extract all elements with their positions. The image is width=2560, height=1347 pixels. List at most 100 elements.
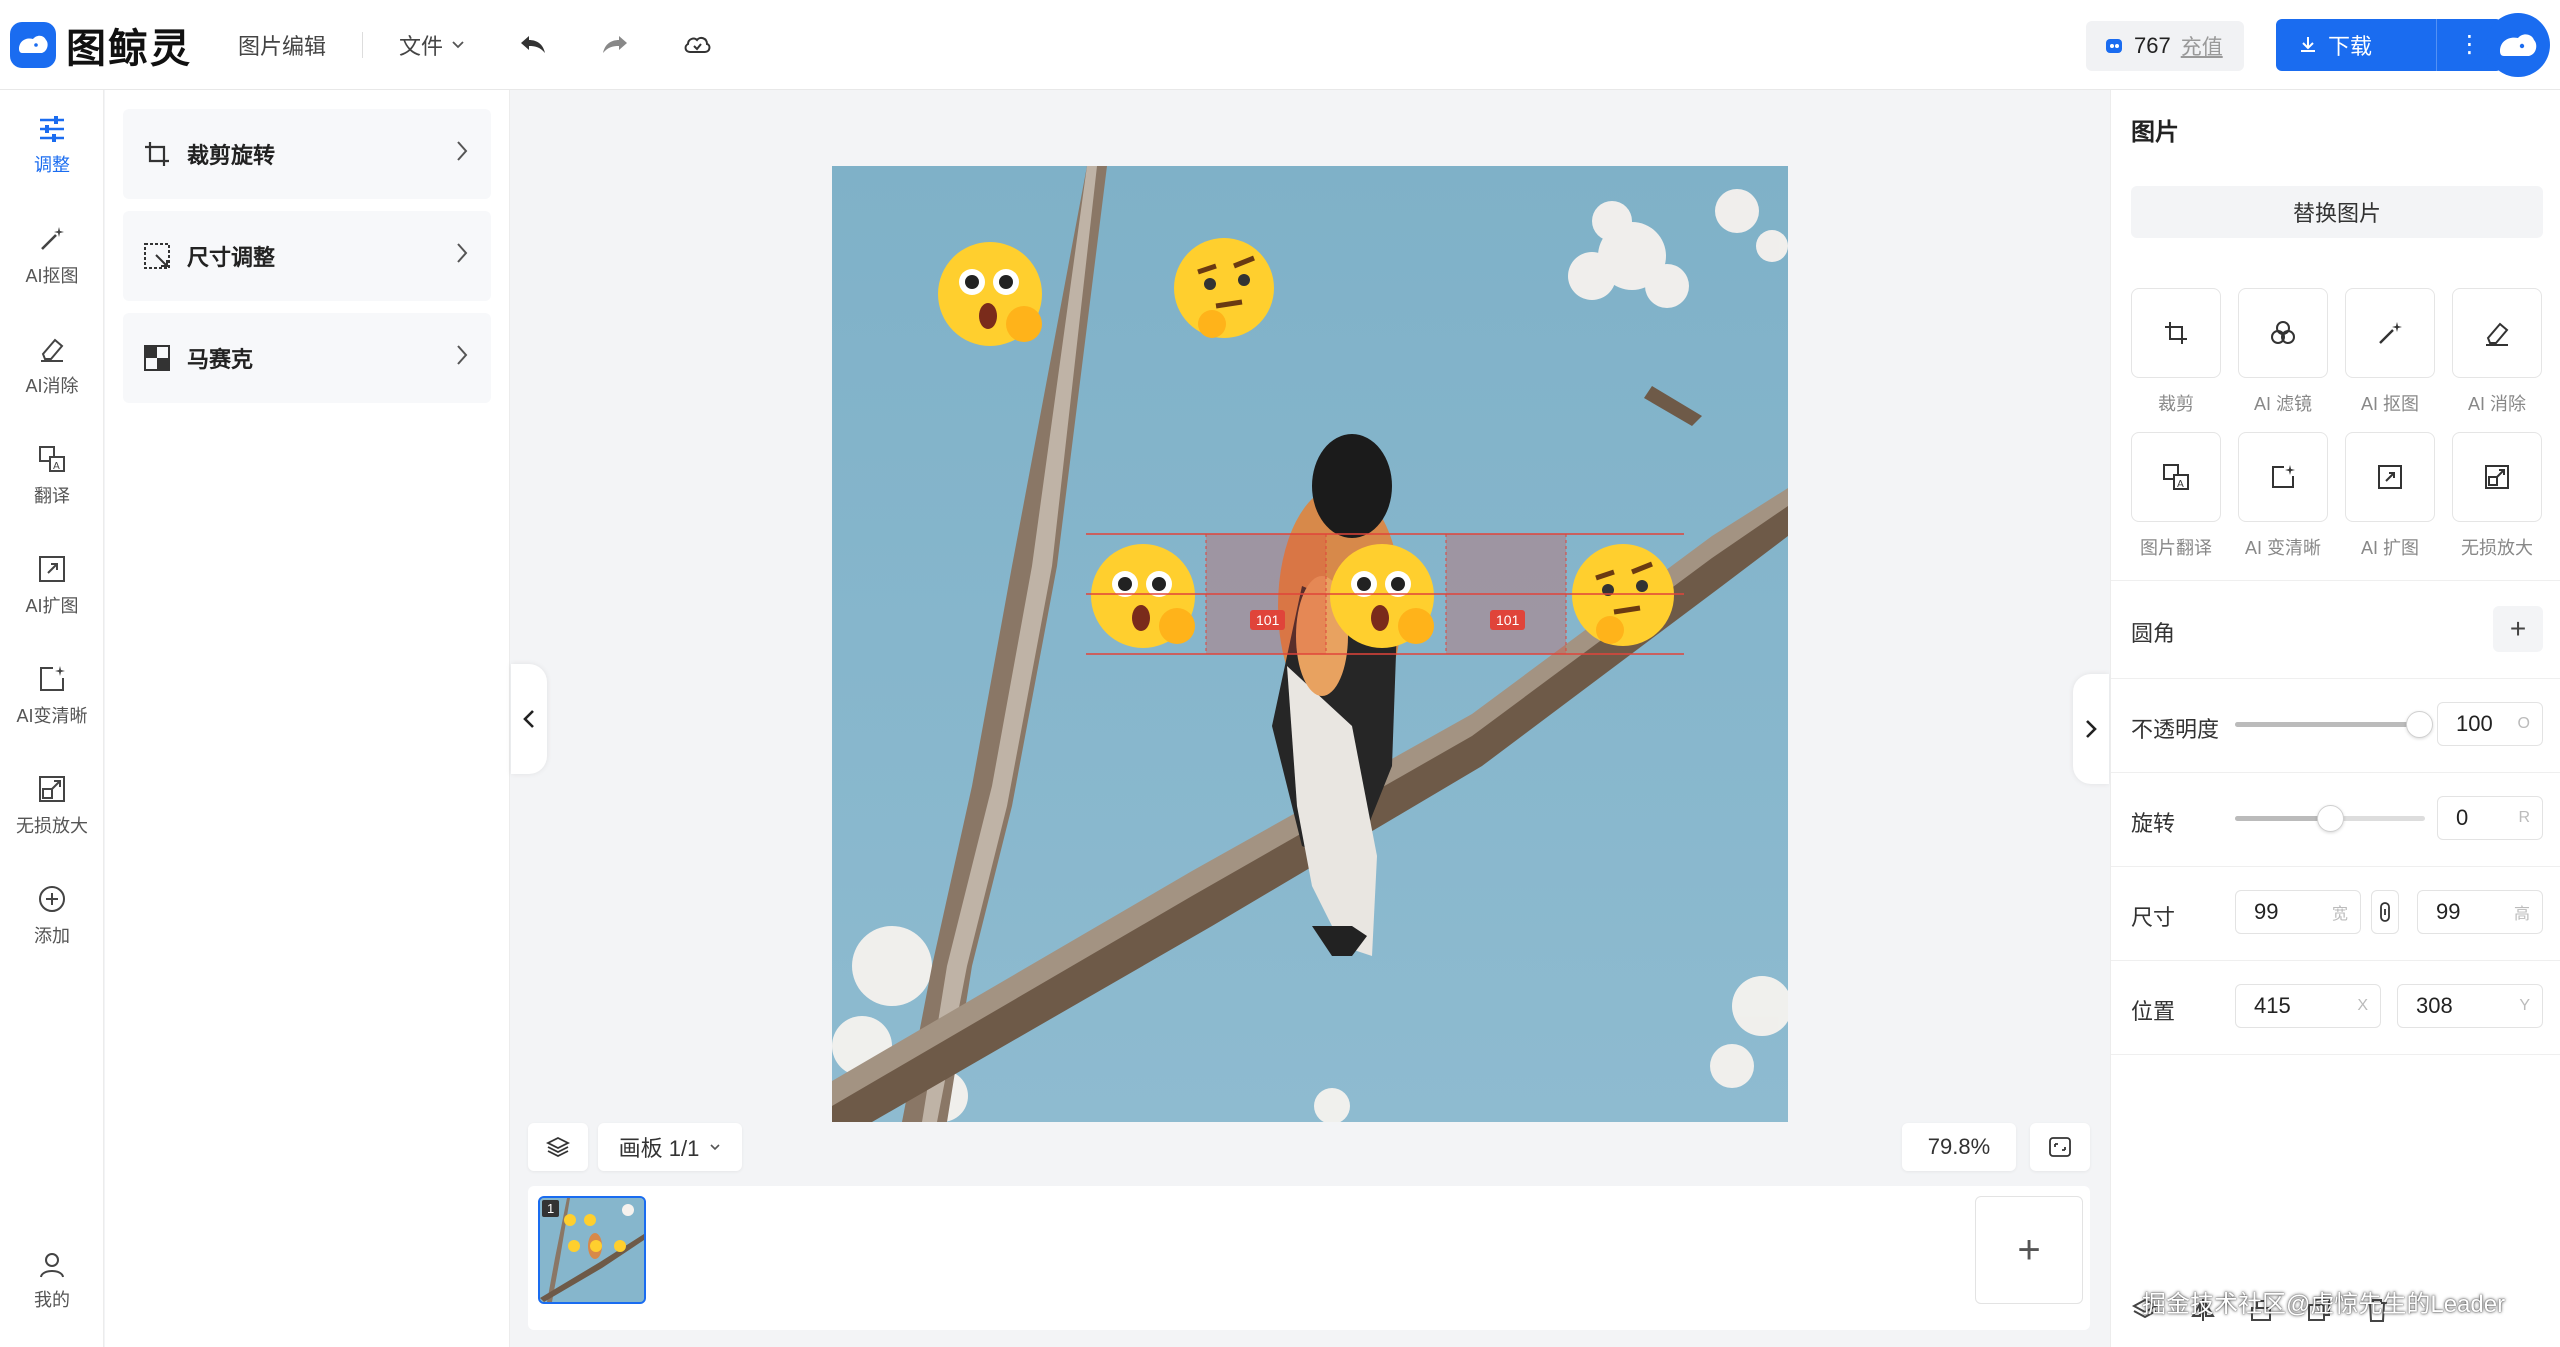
collapse-right-panel-button[interactable] [2073,674,2109,784]
download-main[interactable]: 下载 [2276,29,2436,61]
zoom-level[interactable]: 79.8% [1902,1123,2016,1171]
artboard-label: 画板 1/1 [618,1136,700,1161]
header-divider [362,31,364,58]
cloud-sync-icon [684,36,711,53]
nav-ai-erase[interactable]: AI消除 [0,316,104,416]
y-unit: Y [2519,997,2530,1014]
panel-title: 图片 [2131,119,2179,146]
link-icon [2380,902,2390,922]
quick-tool-label: AI 变清晰 [2244,538,2321,558]
undo-button[interactable] [513,25,553,65]
rotate-input[interactable]: 0 R [2437,796,2543,840]
quick-upscale[interactable]: 无损放大 [2452,432,2542,560]
logo[interactable]: 图鲸灵 [10,16,192,74]
quick-ai-filter[interactable]: AI 滤镜 [2238,288,2328,416]
user-icon [40,1253,64,1278]
nav-label: 翻译 [34,486,70,506]
download-icon [2301,37,2315,52]
y-input[interactable]: 308 Y [2397,984,2543,1028]
quick-image-translate[interactable]: A 图片翻译 [2131,432,2221,560]
rotate-slider[interactable] [2235,805,2425,832]
quick-tool-label: AI 滤镜 [2253,394,2312,414]
mosaic-icon [143,342,175,374]
position-label: 位置 [2131,999,2176,1024]
mosaic-card[interactable]: 马赛克 [123,313,491,403]
nav-label: AI消除 [25,376,79,396]
chevron-down-icon [452,40,464,48]
collapse-left-panel-button[interactable] [511,664,547,774]
aspect-lock-button[interactable] [2371,890,2399,934]
nav-add[interactable]: 添加 [0,866,104,966]
alignment-guides [1086,533,1684,655]
chevron-right-icon [2086,720,2097,738]
coin-icon [2106,39,2122,53]
quick-ai-sharpen[interactable]: AI 变清晰 [2238,432,2328,560]
whale-logo-icon [10,21,56,68]
redo-icon [603,35,628,53]
quick-tool-label: 裁剪 [2158,394,2194,414]
page-strip: 1 + [528,1186,2090,1330]
height-value: 99 [2436,899,2461,924]
rotate-slider-thumb[interactable] [2316,805,2344,832]
page-thumbnail[interactable]: 1 [538,1196,646,1304]
redo-button[interactable] [595,25,635,65]
rotate-value: 0 [2456,805,2469,830]
rotate-slider-fill [2235,816,2330,821]
crop-icon [2131,288,2221,378]
y-value: 308 [2416,993,2453,1018]
crop-rotate-card[interactable]: 裁剪旋转 [123,109,491,199]
replace-image-button[interactable]: 替换图片 [2131,186,2543,238]
width-input[interactable]: 99 宽 [2235,890,2361,934]
chevron-right-icon [455,139,469,163]
add-page-button[interactable]: + [1975,1196,2083,1304]
artboard-image[interactable]: 101 101 [832,166,1788,1122]
height-input[interactable]: 99 高 [2417,890,2543,934]
add-corner-radius-button[interactable]: + [2493,606,2543,652]
nav-translate[interactable]: A 翻译 [0,426,104,526]
upscale-icon [2452,432,2542,522]
opacity-input[interactable]: 100 O [2437,702,2543,746]
sliders-icon [40,116,64,142]
eraser-icon [41,338,64,362]
tool-card-label: 尺寸调整 [187,245,276,270]
nav-my[interactable]: 我的 [0,1250,104,1312]
adjust-panel: 裁剪旋转 尺寸调整 马赛克 [105,90,510,1347]
divider [2111,678,2560,679]
nav-ai-cutout[interactable]: AI抠图 [0,206,104,306]
height-unit: 高 [2513,906,2530,923]
nav-label: AI扩图 [25,596,79,616]
nav-ai-sharpen[interactable]: AI变清晰 [0,646,104,746]
quick-crop[interactable]: 裁剪 [2131,288,2221,416]
nav-ai-expand[interactable]: AI扩图 [0,536,104,636]
nav-label: 无损放大 [16,816,88,836]
file-menu[interactable]: 文件 [399,29,465,61]
fit-screen-button[interactable] [2030,1123,2090,1171]
download-button[interactable]: 下载 ⋮ [2276,19,2502,71]
upscale-icon [39,776,65,802]
nav-adjust[interactable]: 调整 [0,96,104,196]
avatar[interactable] [2486,13,2550,77]
quick-ai-expand[interactable]: AI 扩图 [2345,432,2435,560]
recharge-link[interactable]: 充值 [2181,31,2223,61]
top-bar: 图鲸灵 图片编辑 文件 767 充值 下载 ⋮ [0,0,2560,90]
crop-icon [143,138,175,170]
rotate-unit: R [2518,809,2530,826]
nav-label: AI变清晰 [16,706,88,726]
quick-ai-cutout[interactable]: AI 抠图 [2345,288,2435,416]
x-input[interactable]: 415 X [2235,984,2381,1028]
artboard-selector[interactable]: 画板 1/1 [598,1123,742,1171]
opacity-slider-thumb[interactable] [2405,711,2433,738]
opacity-slider[interactable] [2235,711,2433,738]
layers-button[interactable] [528,1123,588,1171]
credits-badge[interactable]: 767 充值 [2086,21,2244,71]
page-index-badge: 1 [542,1200,560,1217]
nav-upscale[interactable]: 无损放大 [0,756,104,856]
divider [2111,866,2560,867]
resize-card[interactable]: 尺寸调整 [123,211,491,301]
quick-ai-erase[interactable]: AI 消除 [2452,288,2542,416]
opacity-unit: O [2517,715,2530,732]
size-label: 尺寸 [2131,905,2176,930]
width-unit: 宽 [2331,906,2348,923]
svg-text:A: A [2177,479,2184,490]
cloud-save-button[interactable] [677,25,717,65]
